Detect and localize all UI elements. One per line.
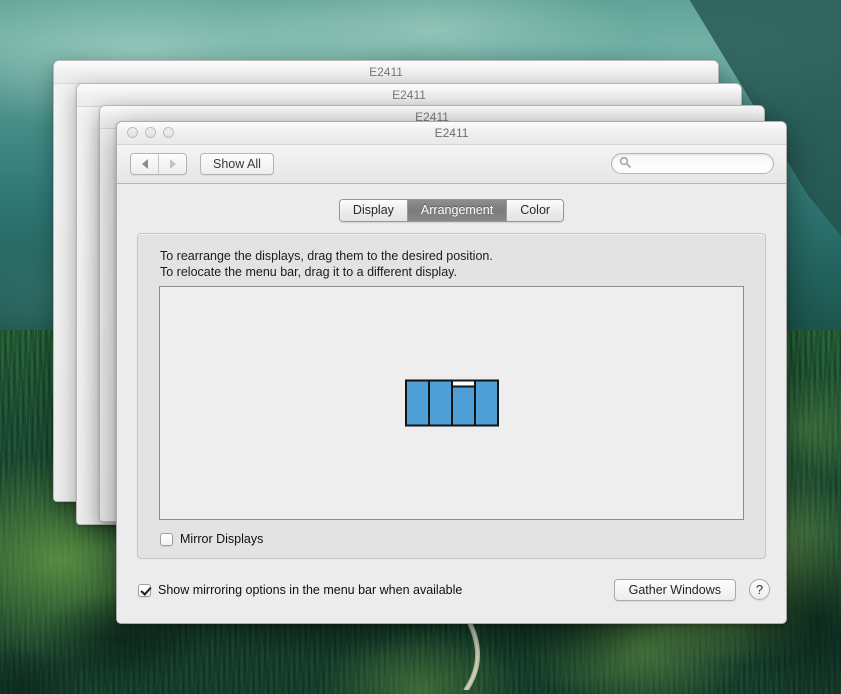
window-toolbar: Show All xyxy=(117,145,786,184)
displays-preference-window[interactable]: E2411 Show All Display Arrangement Color… xyxy=(116,121,787,624)
tab-group: Display Arrangement Color xyxy=(338,199,565,222)
navigation-button-group xyxy=(130,153,187,175)
chevron-left-icon xyxy=(141,159,148,169)
menu-bar-indicator[interactable] xyxy=(452,381,474,388)
tab-bar: Display Arrangement Color xyxy=(117,184,786,222)
search-input[interactable] xyxy=(631,155,786,172)
forward-button[interactable] xyxy=(158,154,186,174)
show-mirroring-options-label: Show mirroring options in the menu bar w… xyxy=(158,583,463,597)
arrangement-panel: To rearrange the displays, drag them to … xyxy=(137,233,766,559)
show-all-button[interactable]: Show All xyxy=(200,153,274,175)
mirror-displays-row[interactable]: Mirror Displays xyxy=(160,532,263,546)
display-thumbnail-3[interactable] xyxy=(450,379,476,427)
search-icon xyxy=(619,155,631,173)
show-mirroring-options-row[interactable]: Show mirroring options in the menu bar w… xyxy=(138,583,462,597)
gather-windows-button[interactable]: Gather Windows xyxy=(613,579,736,601)
preference-content-area: Display Arrangement Color To rearrange t… xyxy=(117,184,786,571)
search-field[interactable] xyxy=(611,153,786,174)
background-window-2-title: E2411 xyxy=(77,84,741,107)
display-thumbnail-2[interactable] xyxy=(427,379,453,427)
display-thumbnail-4[interactable] xyxy=(473,379,499,427)
window-footer: Show mirroring options in the menu bar w… xyxy=(117,571,786,623)
tab-arrangement[interactable]: Arrangement xyxy=(406,200,507,221)
chevron-right-icon xyxy=(169,159,176,169)
mirror-displays-label: Mirror Displays xyxy=(180,532,264,546)
back-button[interactable] xyxy=(131,154,158,174)
background-window-1-title: E2411 xyxy=(54,61,718,84)
help-button[interactable]: ? xyxy=(749,579,770,600)
show-mirroring-options-checkbox[interactable] xyxy=(138,583,151,597)
tab-display[interactable]: Display xyxy=(339,200,407,221)
arrangement-instructions: To rearrange the displays, drag them to … xyxy=(160,248,493,280)
instruction-line-2: To relocate the menu bar, drag it to a d… xyxy=(160,265,457,279)
display-arrangement-canvas[interactable] xyxy=(159,286,744,520)
instruction-line-1: To rearrange the displays, drag them to … xyxy=(160,249,493,263)
display-cluster xyxy=(404,379,499,427)
tab-color[interactable]: Color xyxy=(506,200,564,221)
display-thumbnail-1[interactable] xyxy=(404,379,430,427)
window-title: E2411 xyxy=(434,126,469,140)
mirror-displays-checkbox[interactable] xyxy=(160,532,173,546)
window-titlebar[interactable]: E2411 xyxy=(117,122,786,145)
